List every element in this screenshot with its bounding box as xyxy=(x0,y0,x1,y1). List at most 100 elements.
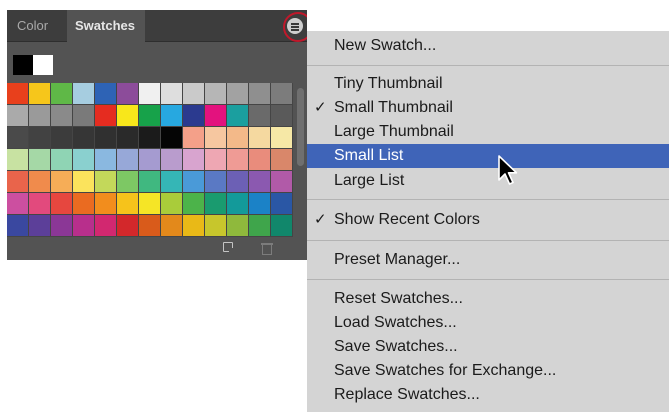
color-swatch[interactable] xyxy=(183,215,205,237)
color-swatch[interactable] xyxy=(161,193,183,215)
color-swatch[interactable] xyxy=(205,215,227,237)
color-swatch[interactable] xyxy=(227,193,249,215)
color-swatch[interactable] xyxy=(29,193,51,215)
color-swatch[interactable] xyxy=(117,83,139,105)
color-swatch[interactable] xyxy=(161,105,183,127)
color-swatch[interactable] xyxy=(29,149,51,171)
color-swatch[interactable] xyxy=(227,171,249,193)
color-swatch[interactable] xyxy=(7,171,29,193)
color-swatch[interactable] xyxy=(51,171,73,193)
color-swatch[interactable] xyxy=(139,215,161,237)
color-swatch[interactable] xyxy=(139,83,161,105)
color-swatch[interactable] xyxy=(249,127,271,149)
hamburger-menu-icon[interactable] xyxy=(287,18,303,34)
color-swatch[interactable] xyxy=(117,215,139,237)
menu-item-replace-swatches[interactable]: Replace Swatches... xyxy=(307,383,669,407)
color-swatch[interactable] xyxy=(161,149,183,171)
color-swatch[interactable] xyxy=(29,105,51,127)
menu-item-save-swatches-for-exchange[interactable]: Save Swatches for Exchange... xyxy=(307,359,669,383)
color-swatch[interactable] xyxy=(7,83,29,105)
color-swatch[interactable] xyxy=(271,105,293,127)
color-swatch[interactable] xyxy=(95,105,117,127)
trash-icon[interactable] xyxy=(261,242,273,255)
color-swatch[interactable] xyxy=(183,193,205,215)
color-swatch[interactable] xyxy=(117,149,139,171)
color-swatch[interactable] xyxy=(249,149,271,171)
color-swatch[interactable] xyxy=(227,127,249,149)
color-swatch[interactable] xyxy=(73,105,95,127)
color-swatch[interactable] xyxy=(73,149,95,171)
color-swatch[interactable] xyxy=(271,149,293,171)
recent-color-swatch[interactable] xyxy=(13,55,33,75)
color-swatch[interactable] xyxy=(73,83,95,105)
menu-item-small-list[interactable]: Small List xyxy=(307,144,669,168)
color-swatch[interactable] xyxy=(205,171,227,193)
color-swatch[interactable] xyxy=(51,149,73,171)
color-swatch[interactable] xyxy=(183,149,205,171)
color-swatch[interactable] xyxy=(7,215,29,237)
color-swatch[interactable] xyxy=(271,215,293,237)
color-swatch[interactable] xyxy=(183,83,205,105)
color-swatch[interactable] xyxy=(73,215,95,237)
color-swatch[interactable] xyxy=(117,171,139,193)
new-swatch-icon[interactable] xyxy=(223,242,235,254)
swatch-scrollbar[interactable] xyxy=(295,83,305,233)
menu-item-large-thumbnail[interactable]: Large Thumbnail xyxy=(307,120,669,144)
color-swatch[interactable] xyxy=(249,215,271,237)
menu-item-new-swatch[interactable]: New Swatch... xyxy=(307,34,669,58)
tab-color[interactable]: Color xyxy=(7,10,69,41)
color-swatch[interactable] xyxy=(29,127,51,149)
color-swatch[interactable] xyxy=(7,127,29,149)
color-swatch[interactable] xyxy=(205,105,227,127)
menu-item-large-list[interactable]: Large List xyxy=(307,169,669,193)
color-swatch[interactable] xyxy=(161,215,183,237)
color-swatch[interactable] xyxy=(227,215,249,237)
color-swatch[interactable] xyxy=(117,193,139,215)
color-swatch[interactable] xyxy=(73,193,95,215)
color-swatch[interactable] xyxy=(51,105,73,127)
color-swatch[interactable] xyxy=(139,171,161,193)
menu-item-tiny-thumbnail[interactable]: Tiny Thumbnail xyxy=(307,72,669,96)
menu-item-small-thumbnail[interactable]: ✓ Small Thumbnail xyxy=(307,96,669,120)
menu-item-reset-swatches[interactable]: Reset Swatches... xyxy=(307,287,669,311)
menu-item-preset-manager[interactable]: Preset Manager... xyxy=(307,248,669,272)
color-swatch[interactable] xyxy=(73,127,95,149)
color-swatch[interactable] xyxy=(271,171,293,193)
menu-item-load-swatches[interactable]: Load Swatches... xyxy=(307,311,669,335)
color-swatch[interactable] xyxy=(271,83,293,105)
color-swatch[interactable] xyxy=(161,127,183,149)
color-swatch[interactable] xyxy=(95,215,117,237)
color-swatch[interactable] xyxy=(249,193,271,215)
color-swatch[interactable] xyxy=(95,193,117,215)
color-swatch[interactable] xyxy=(205,127,227,149)
color-swatch[interactable] xyxy=(139,105,161,127)
menu-item-save-swatches[interactable]: Save Swatches... xyxy=(307,335,669,359)
color-swatch[interactable] xyxy=(249,105,271,127)
color-swatch[interactable] xyxy=(249,171,271,193)
color-swatch[interactable] xyxy=(183,127,205,149)
color-swatch[interactable] xyxy=(51,127,73,149)
color-swatch[interactable] xyxy=(95,149,117,171)
color-swatch[interactable] xyxy=(117,127,139,149)
color-swatch[interactable] xyxy=(7,193,29,215)
color-swatch[interactable] xyxy=(73,171,95,193)
color-swatch[interactable] xyxy=(95,83,117,105)
color-swatch[interactable] xyxy=(183,105,205,127)
color-swatch[interactable] xyxy=(271,127,293,149)
tab-swatches[interactable]: Swatches xyxy=(67,10,145,42)
menu-item-show-recent-colors[interactable]: ✓ Show Recent Colors xyxy=(307,208,669,232)
color-swatch[interactable] xyxy=(139,149,161,171)
scrollbar-thumb[interactable] xyxy=(297,88,304,166)
color-swatch[interactable] xyxy=(205,193,227,215)
color-swatch[interactable] xyxy=(161,171,183,193)
color-swatch[interactable] xyxy=(271,193,293,215)
color-swatch[interactable] xyxy=(249,83,271,105)
color-swatch[interactable] xyxy=(227,149,249,171)
color-swatch[interactable] xyxy=(205,149,227,171)
color-swatch[interactable] xyxy=(139,193,161,215)
color-swatch[interactable] xyxy=(29,83,51,105)
color-swatch[interactable] xyxy=(95,171,117,193)
color-swatch[interactable] xyxy=(183,171,205,193)
color-swatch[interactable] xyxy=(139,127,161,149)
color-swatch[interactable] xyxy=(117,105,139,127)
